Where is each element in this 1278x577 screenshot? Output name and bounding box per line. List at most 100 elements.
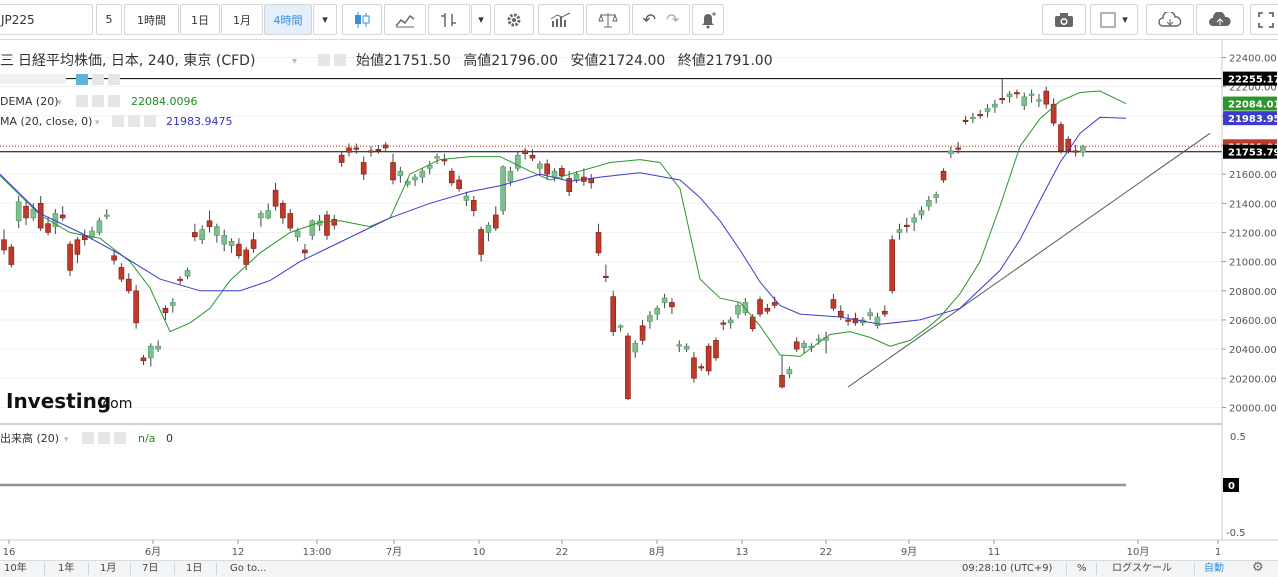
gear-icon[interactable]	[128, 115, 140, 127]
candles-style-button[interactable]	[342, 4, 382, 35]
chevron-down-icon: ▾	[322, 13, 328, 26]
candle-body	[214, 226, 220, 236]
interval-dropdown-button[interactable]: ▾	[313, 4, 337, 35]
candle-body	[206, 220, 213, 227]
candle-body	[911, 217, 917, 223]
candle-body	[507, 170, 514, 182]
price-tick-label: 20400.00	[1229, 345, 1277, 356]
close-icon[interactable]	[108, 74, 120, 85]
candle-body	[375, 149, 382, 152]
interval-input[interactable]: 5	[96, 4, 122, 35]
cloud-upload-icon	[1209, 11, 1231, 26]
candle-body	[661, 297, 668, 303]
time-tick-label: 22	[556, 547, 569, 558]
redo-icon[interactable]: ↷	[666, 10, 679, 29]
candles-icon	[355, 11, 370, 28]
range-1m-button[interactable]: 1月	[100, 561, 116, 577]
candle-body	[1014, 92, 1020, 95]
candle-body	[118, 267, 125, 280]
gear-icon[interactable]	[98, 432, 110, 444]
candle-body	[632, 342, 639, 353]
layout-button[interactable]: ▾	[1090, 4, 1138, 35]
candle-body	[192, 232, 198, 238]
gear-icon[interactable]	[92, 95, 104, 107]
interval-1d-button[interactable]: 1日	[180, 4, 220, 35]
alert-button[interactable]	[692, 4, 724, 35]
close-icon[interactable]	[108, 95, 120, 107]
goto-button[interactable]: Go to...	[230, 561, 266, 577]
candle-body	[59, 214, 66, 219]
line-style-button[interactable]	[384, 4, 426, 35]
interval-4h-button[interactable]: 4時間	[264, 4, 312, 35]
symbol-input[interactable]: JP225	[0, 4, 93, 35]
candle-body	[331, 219, 338, 226]
divider	[130, 563, 131, 575]
candle-body	[236, 243, 242, 257]
candle-body	[470, 200, 477, 211]
price-tick-label: 22400.00	[1229, 53, 1277, 64]
camera-icon	[1055, 12, 1073, 27]
candle-body	[837, 310, 844, 318]
candle-body	[1072, 150, 1079, 153]
close-icon[interactable]	[114, 432, 126, 444]
candle-body	[735, 305, 741, 315]
bars-style-button[interactable]	[428, 4, 470, 35]
eye-icon[interactable]	[82, 432, 94, 444]
candle-body	[647, 315, 653, 322]
settings-button[interactable]	[494, 4, 534, 35]
candle-body	[353, 147, 360, 150]
chevron-down-icon[interactable]: ▾	[57, 98, 62, 108]
dema-value: 22084.0096	[131, 95, 197, 108]
gear-icon[interactable]: ⚙	[1252, 560, 1264, 576]
gear-icon[interactable]	[92, 74, 104, 85]
range-7d-button[interactable]: 7日	[142, 561, 158, 577]
screenshot-button[interactable]	[1042, 4, 1086, 35]
clock: 09:28:10 (UTC+9)	[962, 563, 1053, 574]
undo-icon[interactable]: ↶	[643, 10, 656, 29]
area-chart-icon	[395, 14, 415, 27]
candle-body	[8, 246, 15, 265]
candle-body	[258, 213, 264, 219]
price-tick-label: 21400.00	[1229, 199, 1277, 210]
fullscreen-button[interactable]	[1250, 4, 1278, 35]
collapsed-indicator-row[interactable]	[0, 74, 66, 84]
eye-icon[interactable]	[112, 115, 124, 127]
bottom-toolbar: 10年 1年 1月 7日 1日 Go to... 09:28:10 (UTC+9…	[0, 560, 1278, 577]
percent-toggle[interactable]: %	[1077, 561, 1087, 577]
eye-icon[interactable]	[318, 54, 330, 66]
chart-style-dropdown[interactable]: ▾	[471, 4, 491, 35]
time-tick-label: 12	[232, 547, 245, 558]
price-marker-label: 22084.01	[1228, 100, 1278, 111]
eye-icon[interactable]	[76, 95, 88, 107]
chevron-down-icon[interactable]: ▾	[64, 435, 69, 445]
chevron-down-icon[interactable]: ▾	[95, 118, 100, 128]
price-tick-label: 20200.00	[1229, 374, 1277, 385]
indicators-button[interactable]	[538, 4, 584, 35]
gear-icon[interactable]	[334, 54, 346, 66]
log-scale-toggle[interactable]: ログスケール	[1112, 561, 1172, 577]
chart-canvas[interactable]: 22400.0022200.0022000.0021800.0021600.00…	[0, 40, 1278, 560]
interval-1h-button[interactable]: 1時間	[124, 4, 179, 35]
candle-body	[603, 275, 609, 278]
candle-body	[324, 214, 330, 236]
candle-body	[537, 163, 543, 169]
range-1d-button[interactable]: 1日	[186, 561, 202, 577]
close-icon[interactable]	[144, 115, 156, 127]
eye-icon[interactable]	[76, 74, 88, 85]
candle-body	[199, 229, 205, 241]
candle-body	[801, 342, 807, 348]
legend-collapse-icon[interactable]: 三	[0, 53, 14, 69]
range-10y-button[interactable]: 10年	[4, 561, 27, 577]
chevron-down-icon[interactable]: ▾	[292, 56, 297, 67]
logo-brand: Investing	[6, 389, 111, 413]
candle-body	[896, 229, 903, 233]
interval-1m-button[interactable]: 1月	[221, 4, 263, 35]
auto-scale-toggle[interactable]: 自動	[1204, 561, 1224, 577]
candle-body	[669, 302, 675, 308]
candle-body	[111, 255, 117, 261]
candle-body	[184, 270, 191, 277]
compare-button[interactable]	[586, 4, 630, 35]
save-chart-button[interactable]	[1196, 4, 1244, 35]
load-chart-button[interactable]	[1146, 4, 1194, 35]
range-1y-button[interactable]: 1年	[58, 561, 74, 577]
